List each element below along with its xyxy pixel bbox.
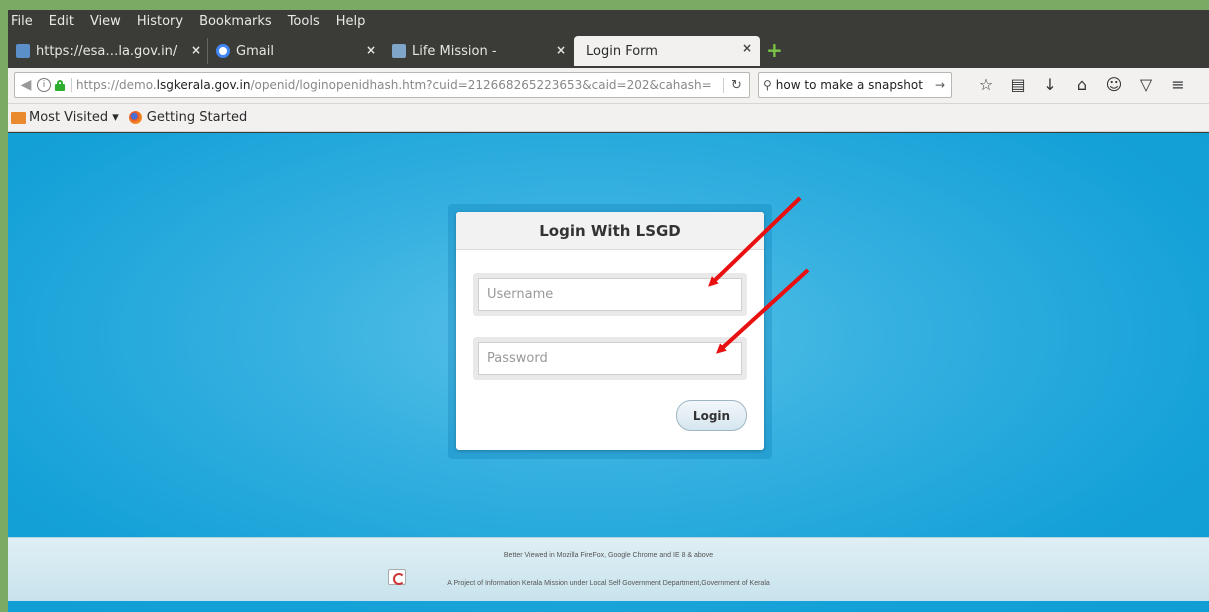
footer-browser-note: Better Viewed in Mozilla FireFox, Google… xyxy=(503,552,714,559)
new-tab-button[interactable]: + xyxy=(766,40,783,60)
page-content: Login With LSGD Login Better Viewed in M… xyxy=(8,133,1209,612)
login-title: Login With LSGD xyxy=(456,212,764,250)
hello-icon[interactable]: ☺ xyxy=(1098,74,1130,96)
login-button[interactable]: Login xyxy=(676,400,747,431)
menu-bar: File Edit View History Bookmarks Tools H… xyxy=(8,10,1209,32)
download-icon[interactable]: ↓ xyxy=(1034,74,1066,96)
tab-login-form[interactable]: Login Form × xyxy=(574,36,760,66)
close-tab-icon[interactable]: × xyxy=(191,43,201,57)
tab-esa[interactable]: https://esa…la.gov.in/ × xyxy=(8,38,208,64)
bookmark-star-icon[interactable]: ☆ xyxy=(970,74,1002,96)
home-icon[interactable]: ⌂ xyxy=(1066,74,1098,96)
page-footer: Better Viewed in Mozilla FireFox, Google… xyxy=(8,537,1209,601)
folder-icon xyxy=(11,111,26,124)
firefox-icon xyxy=(128,111,142,124)
password-input[interactable] xyxy=(478,342,742,375)
menu-edit[interactable]: Edit xyxy=(49,14,74,29)
menu-help[interactable]: Help xyxy=(336,14,366,29)
pocket-icon[interactable]: ▽ xyxy=(1130,74,1162,96)
browser-window: File Edit View History Bookmarks Tools H… xyxy=(8,10,1209,612)
tab-title: Gmail xyxy=(236,43,274,59)
tab-title: Life Mission - xyxy=(412,43,497,59)
menu-bookmarks[interactable]: Bookmarks xyxy=(199,14,272,29)
tab-gmail[interactable]: Gmail × xyxy=(208,38,384,64)
bookmark-most-visited[interactable]: Most Visited ▾ xyxy=(29,110,119,125)
info-icon[interactable]: i xyxy=(37,78,51,92)
toolbar-icons: ☆ ▤ ↓ ⌂ ☺ ▽ ≡ xyxy=(970,74,1194,96)
back-arrow-icon[interactable]: ◀ xyxy=(15,77,37,93)
tab-bar: https://esa…la.gov.in/ × Gmail × Life Mi… xyxy=(8,32,1209,68)
search-go-arrow-icon[interactable]: → xyxy=(935,78,945,92)
site-favicon-icon xyxy=(16,44,30,58)
reload-icon[interactable]: ↻ xyxy=(723,77,749,93)
footer-project-note: A Project of Information Kerala Mission … xyxy=(447,580,770,587)
close-tab-icon[interactable]: × xyxy=(366,43,376,57)
username-field-wrap xyxy=(473,273,747,316)
url-bar[interactable]: ◀ i https://demo.lsgkerala.gov.in/openid… xyxy=(14,72,750,98)
bookmark-getting-started[interactable]: Getting Started xyxy=(147,110,248,125)
password-field-wrap xyxy=(473,337,747,380)
menu-tools[interactable]: Tools xyxy=(288,14,320,29)
hamburger-menu-icon[interactable]: ≡ xyxy=(1162,74,1194,96)
search-input[interactable]: how to make a snapshot xyxy=(776,78,923,92)
search-icon: ⚲ xyxy=(763,78,772,92)
url-text[interactable]: https://demo.lsgkerala.gov.in/openid/log… xyxy=(71,78,723,92)
close-tab-icon[interactable]: × xyxy=(556,43,566,57)
search-bar[interactable]: ⚲ how to make a snapshot → xyxy=(758,72,952,98)
site-favicon-icon xyxy=(392,44,406,58)
bookmarks-toolbar: Most Visited ▾ Getting Started xyxy=(8,104,1209,132)
navigation-bar: ◀ i https://demo.lsgkerala.gov.in/openid… xyxy=(8,68,1209,104)
reading-list-icon[interactable]: ▤ xyxy=(1002,74,1034,96)
menu-file[interactable]: File xyxy=(11,14,33,29)
tab-life-mission[interactable]: Life Mission - × xyxy=(384,38,574,64)
tab-title: https://esa…la.gov.in/ xyxy=(36,43,178,59)
menu-view[interactable]: View xyxy=(90,14,121,29)
tab-title: Login Form xyxy=(586,43,658,59)
menu-history[interactable]: History xyxy=(137,14,183,29)
close-tab-icon[interactable]: × xyxy=(742,41,752,55)
lock-icon xyxy=(55,79,65,91)
google-favicon-icon xyxy=(216,44,230,58)
login-card: Login With LSGD Login xyxy=(456,212,764,450)
username-input[interactable] xyxy=(478,278,742,311)
